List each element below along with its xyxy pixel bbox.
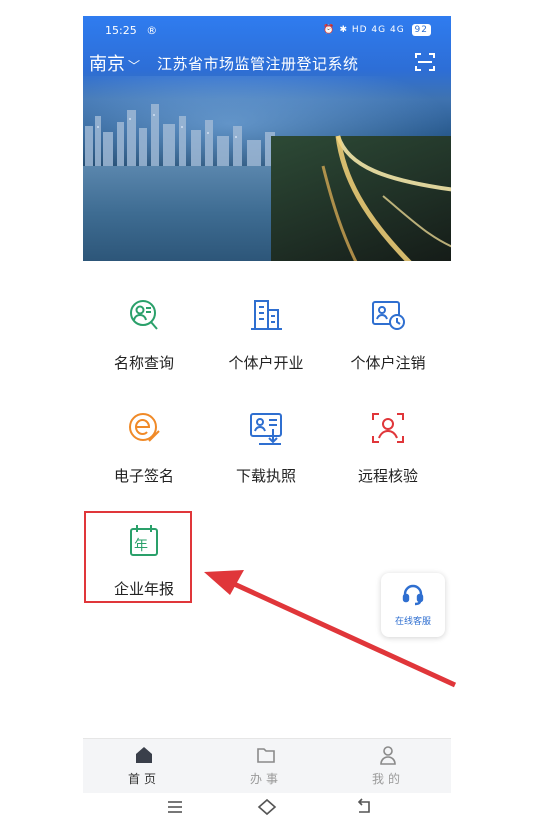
nav-label: 办事: [249, 772, 282, 786]
headset-icon: [402, 584, 424, 606]
app-title: 江苏省市场监管注册登记系统: [157, 55, 359, 73]
folder-icon: [257, 748, 275, 763]
service-label: 电子签名: [113, 468, 174, 485]
service-label: 下载执照: [235, 468, 296, 485]
nav-home[interactable]: 首页: [83, 739, 205, 794]
annotation-highlight-box: [84, 511, 192, 603]
id-card-clock-icon: [372, 301, 405, 330]
city-label: 南京: [89, 54, 125, 75]
system-nav-bar: [83, 793, 451, 821]
home-nav-icon[interactable]: [257, 798, 277, 816]
status-time: 15:25 ®: [105, 24, 157, 37]
service-download-license[interactable]: 下载执照: [205, 409, 327, 509]
service-e-signature[interactable]: 电子签名: [83, 409, 205, 509]
header-bar: 南京 ﹀ 江苏省市场监管注册登记系统: [83, 48, 451, 76]
nav-profile[interactable]: 我的: [327, 739, 449, 794]
service-label: 远程核验: [357, 468, 418, 485]
nav-label: 首页: [127, 772, 160, 786]
license-download-icon: [250, 413, 282, 445]
city-selector[interactable]: 南京 ﹀: [89, 50, 140, 76]
service-label: 个体户注销: [350, 355, 426, 372]
user-icon: [380, 746, 396, 765]
signal-icons: ⏰ ✱ HD 4G 4G: [323, 25, 405, 35]
nav-services[interactable]: 办事: [205, 739, 327, 794]
bridge-lights-image: [321, 135, 451, 261]
building-icon: [251, 300, 282, 330]
battery-icon: 92: [411, 24, 431, 36]
service-name-search[interactable]: 名称查询: [83, 296, 205, 396]
face-verify-icon: [372, 413, 404, 443]
time-text: 15:25: [105, 24, 137, 37]
online-service-button[interactable]: 在线客服: [381, 573, 445, 637]
bottom-nav: 首页 办事 我的: [83, 738, 451, 794]
app-screen: 15:25 ® ⏰ ✱ HD 4G 4G 92 南京 ﹀ 江苏省市场监管注册登记系…: [83, 16, 451, 821]
service-remote-verify[interactable]: 远程核验: [327, 409, 449, 509]
service-cancel-business[interactable]: 个体户注销: [327, 296, 449, 396]
service-label: 名称查询: [113, 355, 174, 372]
status-bar: 15:25 ® ⏰ ✱ HD 4G 4G 92: [83, 22, 451, 40]
name-search-icon: [130, 300, 158, 330]
chevron-down-icon: ﹀: [128, 58, 141, 73]
online-service-label: 在线客服: [394, 617, 431, 627]
service-label: 个体户开业: [228, 355, 304, 372]
record-icon: ®: [146, 24, 158, 37]
scan-icon[interactable]: [413, 50, 437, 74]
menu-icon[interactable]: [165, 798, 185, 816]
hero-banner: 15:25 ® ⏰ ✱ HD 4G 4G 92 南京 ﹀ 江苏省市场监管注册登记系…: [83, 16, 451, 261]
status-icons: ⏰ ✱ HD 4G 4G 92: [323, 24, 431, 36]
e-signature-icon: [129, 413, 160, 442]
home-icon: [136, 747, 152, 763]
service-open-business[interactable]: 个体户开业: [205, 296, 327, 396]
back-icon[interactable]: [355, 798, 375, 816]
nav-label: 我的: [371, 772, 404, 786]
